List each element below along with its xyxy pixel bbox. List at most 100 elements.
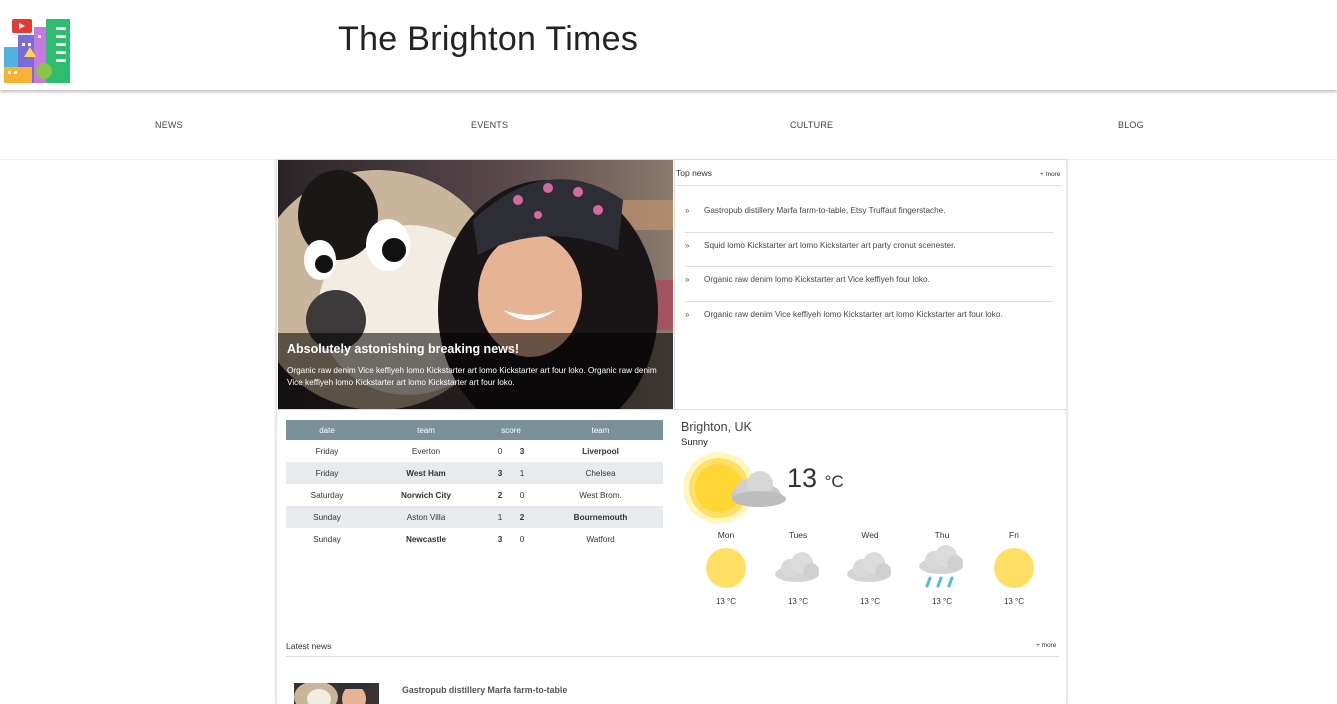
- top-news-item[interactable]: » Gastropub distillery Marfa farm-to-tab…: [685, 198, 1053, 233]
- forecast-day-label: Wed: [861, 530, 879, 540]
- column-header-team: team: [368, 420, 484, 440]
- home-team: Newcastle: [405, 534, 447, 544]
- column-header-team: team: [538, 420, 663, 440]
- sun-icon: [701, 544, 751, 592]
- top-news-item-text[interactable]: Gastropub distillery Marfa farm-to-table…: [704, 206, 945, 215]
- match-date: Saturday: [310, 490, 344, 500]
- divider: [277, 409, 1066, 410]
- forecast-day-label: Mon: [717, 530, 735, 540]
- away-team: Bournemouth: [538, 506, 663, 528]
- main-nav: NEWS EVENTS CULTURE BLOG: [0, 92, 1337, 160]
- top-news-panel: Top news + more » Gastropub distillery M…: [676, 160, 1066, 410]
- table-row: Friday West Ham 3 1 Chelsea: [286, 462, 663, 484]
- hero-story[interactable]: Absolutely astonishing breaking news! Or…: [278, 160, 673, 410]
- home-score: 0: [497, 446, 503, 456]
- top-news-item[interactable]: » Organic raw denim Vice keffiyeh lomo K…: [685, 302, 1053, 337]
- forecast-day: Thu 13 °C: [912, 530, 972, 606]
- score: 31: [484, 462, 538, 484]
- forecast-day-label: Tues: [788, 530, 808, 540]
- weather-condition: Sunny: [681, 437, 708, 448]
- scores-table: date team score team Friday Everton 0 3 Live…: [286, 420, 663, 550]
- sun-icon: [989, 544, 1039, 592]
- top-news-heading: Top news: [676, 168, 712, 178]
- sun-cloud-icon: [683, 452, 786, 524]
- latest-news-more-link[interactable]: + more: [1036, 642, 1056, 649]
- top-news-item-text[interactable]: Squid lomo Kickstarter art lomo Kickstar…: [704, 241, 956, 250]
- nav-item-blog[interactable]: BLOG: [1118, 120, 1144, 130]
- forecast-temp: 13 °C: [715, 597, 737, 606]
- forecast-day: Tues 13 °C: [768, 530, 828, 606]
- home-team: Aston Villa: [368, 506, 484, 528]
- weather-city: Brighton, UK: [681, 420, 752, 434]
- thumbnail-image: [294, 683, 379, 704]
- latest-news-thumbnail[interactable]: [294, 683, 379, 704]
- away-team: Watford: [586, 534, 615, 544]
- score: 20: [484, 484, 538, 506]
- away-score: 0: [519, 490, 525, 500]
- nav-item-culture[interactable]: CULTURE: [790, 120, 833, 130]
- column-header-date: date: [286, 420, 368, 440]
- bullet-icon: »: [685, 275, 690, 284]
- forecast-day: Fri 13 °C: [984, 530, 1044, 606]
- home-team: Norwich City: [400, 490, 452, 500]
- top-news-item[interactable]: » Squid lomo Kickstarter art lomo Kickst…: [685, 233, 1053, 267]
- match-date: Sunday: [313, 534, 341, 544]
- hero-title[interactable]: Absolutely astonishing breaking news!: [287, 342, 664, 356]
- nav-item-events[interactable]: EVENTS: [471, 120, 508, 130]
- home-team: West Ham: [368, 462, 484, 484]
- nav-item-news[interactable]: NEWS: [155, 120, 183, 130]
- hero-text: Organic raw denim Vice keffiyeh lomo Kic…: [287, 366, 657, 387]
- cloud-icon: [773, 544, 823, 592]
- forecast-day: Mon 13 °C: [696, 530, 756, 606]
- city-logo-icon[interactable]: [4, 13, 72, 83]
- away-score: 2: [519, 512, 525, 522]
- column-header-score: score: [484, 420, 538, 440]
- away-team: Liverpool: [582, 446, 619, 456]
- divider: [286, 656, 1059, 657]
- latest-news-heading: Latest news: [286, 641, 332, 651]
- site-header: The Brighton Times: [0, 0, 1337, 90]
- match-date: Friday: [315, 446, 339, 456]
- home-team: Everton: [411, 446, 441, 456]
- weather-temperature: 13 °C: [787, 463, 844, 494]
- table-row: Sunday Newcastle 3 0 Watford: [286, 528, 663, 550]
- away-score: 1: [519, 468, 525, 478]
- match-date: Sunday: [286, 506, 368, 528]
- score: 03: [484, 440, 538, 462]
- latest-news-item-title[interactable]: Gastropub distillery Marfa farm-to-table: [402, 685, 567, 695]
- score: 12: [484, 506, 538, 528]
- forecast-temp: 13 °C: [859, 597, 881, 606]
- main-content: Absolutely astonishing breaking news! Or…: [276, 160, 1067, 704]
- away-team: West Brom.: [579, 490, 622, 500]
- table-row: Friday Everton 0 3 Liverpool: [286, 440, 663, 462]
- home-score: 3: [497, 534, 503, 544]
- forecast-day: Wed 13 °C: [840, 530, 900, 606]
- top-news-more-link[interactable]: + more: [1040, 171, 1060, 178]
- weather-temp-unit: °C: [824, 472, 844, 491]
- bullet-icon: »: [685, 309, 690, 319]
- table-header-row: date team score team: [286, 420, 663, 440]
- rain-icon: [917, 544, 967, 592]
- top-news-item[interactable]: » Organic raw denim lomo Kickstarter art…: [685, 267, 1053, 302]
- home-score: 2: [497, 490, 503, 500]
- table-row: Sunday Aston Villa 1 2 Bournemouth: [286, 506, 663, 528]
- forecast-day-label: Thu: [934, 530, 950, 540]
- hero-caption: Absolutely astonishing breaking news! Or…: [278, 333, 673, 410]
- forecast-temp: 13 °C: [931, 597, 953, 606]
- table-row: Saturday Norwich City 2 0 West Brom.: [286, 484, 663, 506]
- forecast-temp: 13 °C: [787, 597, 809, 606]
- away-score: 0: [519, 534, 525, 544]
- bullet-icon: »: [685, 206, 690, 215]
- away-team: Chelsea: [538, 462, 663, 484]
- match-date: Friday: [286, 462, 368, 484]
- weather-widget: Brighton, UK Sunny 13 °C Mon 13 °C Tues 13 …: [681, 420, 1061, 620]
- score: 30: [484, 528, 538, 550]
- forecast-day-label: Fri: [1009, 530, 1019, 540]
- divider: [676, 185, 1062, 186]
- cloud-icon: [845, 544, 895, 592]
- top-news-item-text[interactable]: Organic raw denim lomo Kickstarter art V…: [704, 275, 930, 284]
- home-score: 1: [497, 512, 503, 522]
- top-news-item-text[interactable]: Organic raw denim Vice keffiyeh lomo Kic…: [704, 310, 1003, 319]
- top-news-list: » Gastropub distillery Marfa farm-to-tab…: [685, 198, 1053, 336]
- home-score: 3: [497, 468, 503, 478]
